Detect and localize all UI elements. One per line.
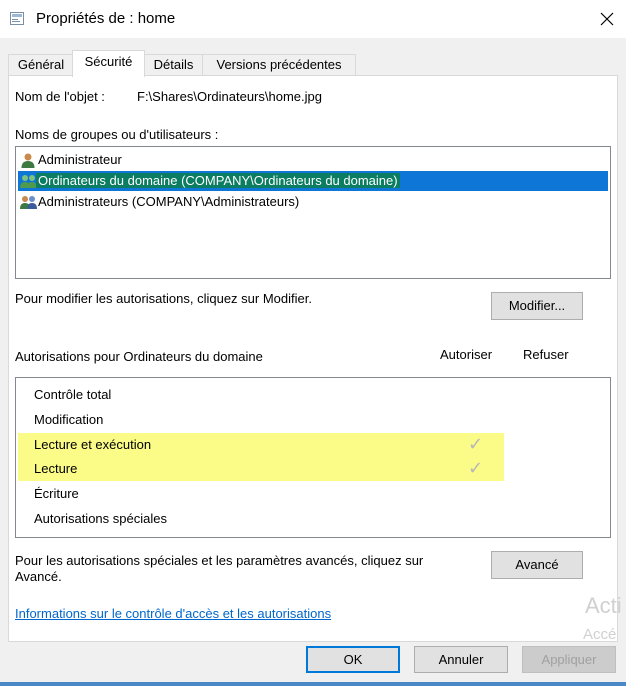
advanced-button[interactable]: Avancé — [491, 551, 583, 579]
tab-previous-versions[interactable]: Versions précédentes — [202, 54, 356, 76]
checkmark-icon: ✓ — [468, 434, 484, 454]
group-icon — [20, 196, 37, 209]
file-properties-icon — [10, 12, 24, 25]
window-title: Propriétés de : home — [36, 10, 176, 27]
list-item-selected[interactable]: Ordinateurs du domaine (COMPANY\Ordinate… — [18, 171, 608, 191]
activation-watermark-line1: Acti — [585, 593, 622, 618]
permission-row: Autorisations spéciales — [34, 511, 167, 526]
ok-button[interactable]: OK — [306, 646, 400, 673]
cancel-button[interactable]: Annuler — [414, 646, 508, 673]
close-button[interactable] — [592, 4, 622, 34]
permission-row: Modification — [34, 412, 104, 427]
permissions-title: Autorisations pour Ordinateurs du domain… — [15, 349, 263, 364]
modify-hint: Pour modifier les autorisations, cliquez… — [15, 291, 312, 306]
apply-button[interactable]: Appliquer — [522, 646, 616, 673]
permission-row: Lecture et exécution ✓ — [18, 433, 504, 457]
window-bottom-border — [0, 682, 626, 686]
checkmark-icon: ✓ — [468, 458, 484, 478]
tab-details[interactable]: Détails — [143, 54, 204, 76]
object-name-label: Nom de l'objet : — [15, 89, 105, 104]
groups-label: Noms de groupes ou d'utilisateurs : — [15, 127, 219, 142]
deny-column-header: Refuser — [523, 347, 569, 362]
tab-security[interactable]: Sécurité — [72, 50, 145, 77]
info-link[interactable]: Informations sur le contrôle d'accès et … — [15, 606, 331, 621]
close-icon — [600, 12, 614, 26]
modify-button[interactable]: Modifier... — [491, 292, 583, 320]
activation-watermark-line2: Accé — [583, 626, 617, 643]
list-item[interactable]: Administrateur — [18, 150, 608, 170]
user-icon — [21, 153, 35, 168]
permission-row: Écriture — [34, 486, 79, 501]
object-name-value: F:\Shares\Ordinateurs\home.jpg — [137, 89, 322, 104]
permission-row: Contrôle total — [34, 387, 112, 402]
allow-column-header: Autoriser — [440, 347, 493, 362]
permission-row: Lecture ✓ — [18, 457, 504, 481]
security-panel: Nom de l'objet : F:\Shares\Ordinateurs\h… — [8, 75, 622, 643]
list-item[interactable]: Administrateurs (COMPANY\Administrateurs… — [18, 192, 608, 212]
tab-general[interactable]: Général — [8, 54, 74, 76]
users-listbox[interactable]: Administrateur Ordinateurs du domaine (C… — [15, 146, 611, 279]
advanced-hint-line2: Avancé. — [15, 569, 62, 584]
title-bar: Propriétés de : home — [0, 0, 626, 38]
permissions-listbox[interactable]: Contrôle total Modification Lecture et e… — [15, 377, 611, 538]
advanced-hint-line1: Pour les autorisations spéciales et les … — [15, 553, 424, 568]
